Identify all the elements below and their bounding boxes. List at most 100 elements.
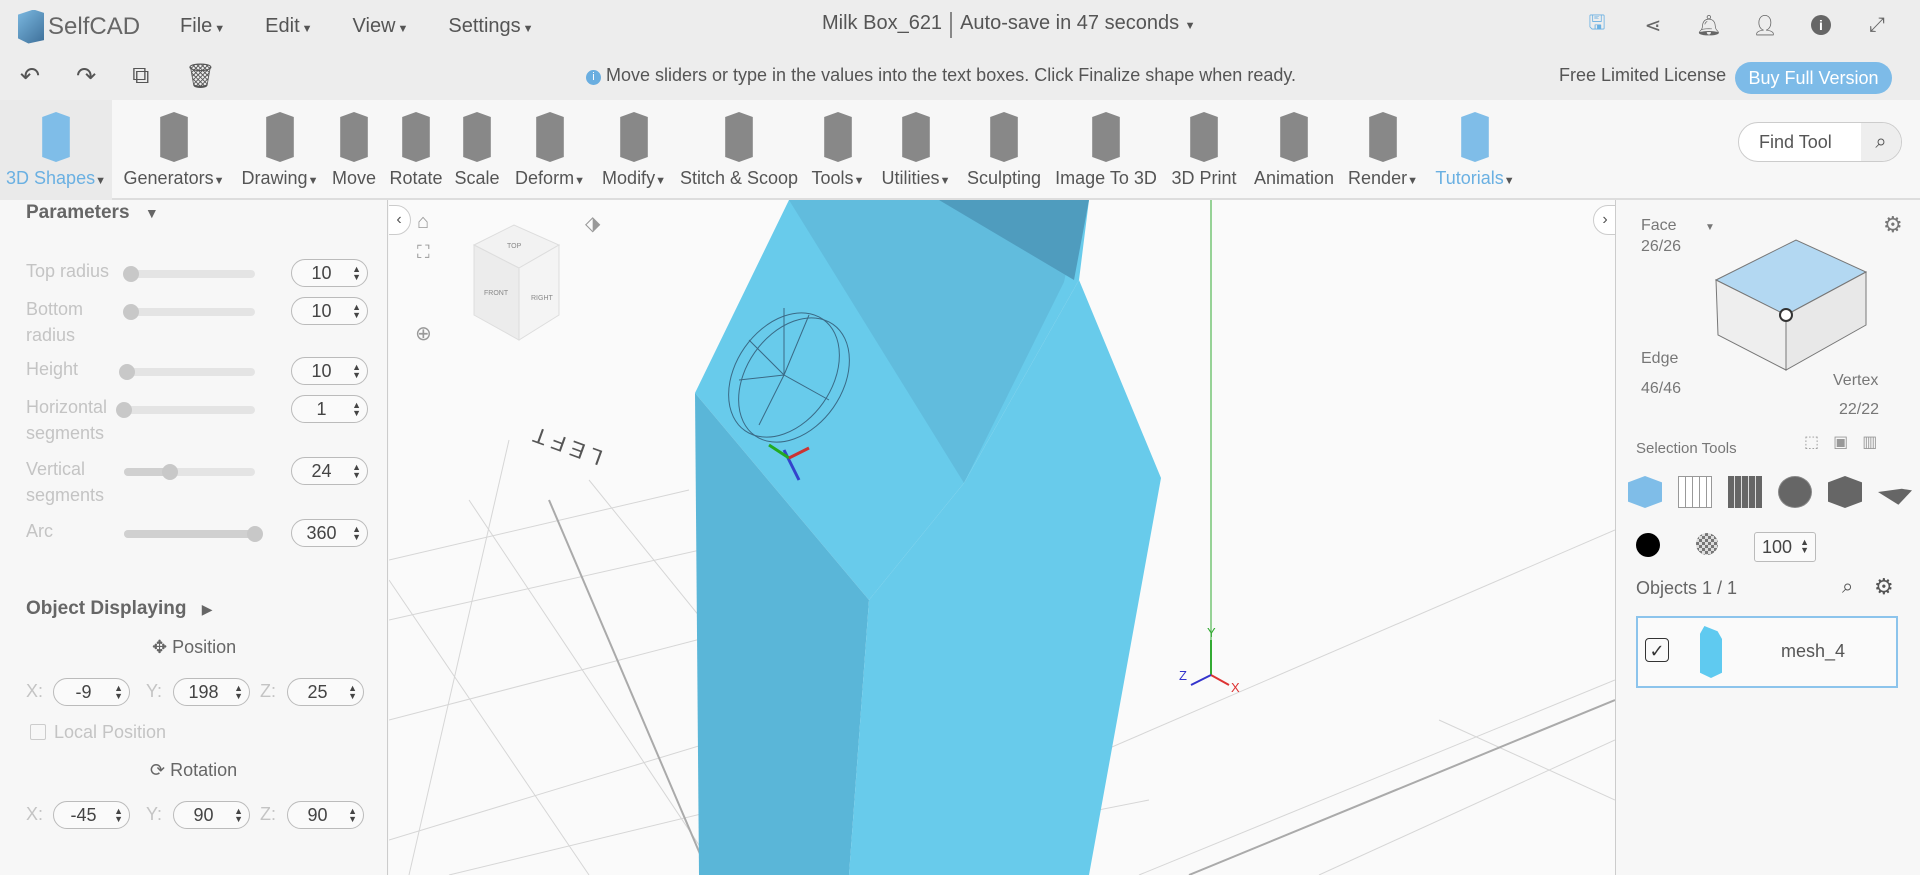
tool-icon: [42, 112, 70, 162]
autosave-dropdown[interactable]: Auto-save in 47 seconds ▼: [960, 12, 1195, 38]
user-icon[interactable]: 👤︎: [1752, 12, 1778, 38]
sphere-select-icon[interactable]: [1778, 476, 1812, 508]
save-icon[interactable]: 🖫: [1584, 12, 1610, 38]
tool-stitch-scoop[interactable]: Stitch & Scoop: [675, 100, 803, 200]
opacity-input[interactable]: 100 ▲ ▼: [1754, 532, 1816, 562]
fullscreen-icon[interactable]: ⤢: [1864, 12, 1890, 38]
param-slider[interactable]: [124, 526, 263, 542]
half-cube-icon[interactable]: [1828, 476, 1862, 508]
slider-handle[interactable]: [161, 464, 178, 480]
tool-generators[interactable]: Generators▼: [118, 100, 230, 200]
local-position-checkbox[interactable]: Local Position: [30, 722, 166, 743]
selfcad-logo[interactable]: SelfCAD: [18, 9, 140, 44]
param-input[interactable]: 10 ▲ ▼: [291, 259, 368, 287]
hint-text: i Move sliders or type in the values into…: [586, 65, 1296, 86]
rotation-x-input[interactable]: -45 ▲ ▼: [53, 801, 130, 829]
face-wireframe-icon[interactable]: [1678, 476, 1712, 508]
slider-handle[interactable]: [122, 304, 139, 320]
param-input[interactable]: 10 ▲ ▼: [291, 297, 368, 325]
menu-view[interactable]: View ▼: [353, 15, 409, 38]
parameters-header[interactable]: Parameters ▼: [26, 202, 159, 224]
slider-handle[interactable]: [122, 266, 139, 282]
tool-animation[interactable]: Animation: [1248, 100, 1340, 200]
tool-sculpting[interactable]: Sculpting: [960, 100, 1048, 200]
param-input[interactable]: 1 ▲ ▼: [291, 395, 368, 423]
tool-3d-print[interactable]: 3D Print: [1165, 100, 1243, 200]
tool-icon: [1092, 112, 1120, 162]
tool-tools[interactable]: Tools▼: [805, 100, 871, 200]
tool-modify[interactable]: Modify▼: [594, 100, 674, 200]
param-input[interactable]: 10 ▲ ▼: [291, 357, 368, 385]
face-solid-grid-icon[interactable]: [1728, 476, 1762, 508]
param-slider[interactable]: [118, 364, 255, 380]
tool-icon: [536, 112, 564, 162]
tool-3d-shapes[interactable]: 3D Shapes▼: [0, 100, 112, 200]
undo-icon[interactable]: ↶: [20, 62, 40, 91]
menu-settings[interactable]: Settings ▼: [448, 15, 533, 38]
tool-render[interactable]: Render▼: [1345, 100, 1421, 200]
param-label: Arc: [26, 521, 53, 541]
edge-label[interactable]: Edge: [1641, 350, 1678, 368]
buy-full-version-button[interactable]: Buy Full Version: [1735, 62, 1892, 94]
color-swatch[interactable]: [1636, 533, 1660, 557]
collapse-right-panel-button[interactable]: ›: [1593, 205, 1615, 235]
object-select-icon[interactable]: [1628, 476, 1662, 508]
info-icon[interactable]: i: [1808, 12, 1834, 38]
position-y-input[interactable]: 198 ▲ ▼: [173, 678, 250, 706]
visibility-checkbox[interactable]: ✓: [1645, 638, 1669, 662]
slider-handle[interactable]: [247, 526, 263, 542]
search-icon[interactable]: ⌕: [1861, 123, 1901, 161]
object-displaying-header[interactable]: Object Displaying ▶: [26, 598, 213, 620]
objects-settings-icon[interactable]: ⚙: [1874, 574, 1894, 600]
tool-icon: [463, 112, 491, 162]
delete-icon[interactable]: 🗑︎: [185, 62, 215, 91]
3d-viewport[interactable]: LEFT Y X Z TOP RIGHT FRONT ⌂ ⛶ ⊕ ⬗ ‹ ›: [389, 200, 1615, 875]
param-slider[interactable]: [116, 402, 255, 418]
tool-drawing[interactable]: Drawing▼: [236, 100, 324, 200]
param-input[interactable]: 24 ▲ ▼: [291, 457, 368, 485]
position-z-input[interactable]: 25 ▲ ▼: [287, 678, 364, 706]
object-list-item[interactable]: ✓ mesh_4: [1636, 616, 1898, 688]
face-mode-dropdown[interactable]: Face ▼: [1641, 217, 1715, 235]
tool-tutorials[interactable]: Tutorials▼: [1430, 100, 1520, 200]
menu-file[interactable]: File ▼: [180, 15, 225, 38]
document-title[interactable]: Milk Box_621: [822, 12, 942, 38]
gear-icon[interactable]: ⚙: [1883, 212, 1903, 238]
rotation-y-input[interactable]: 90 ▲ ▼: [173, 801, 250, 829]
chevron-down-icon: ▼: [939, 175, 951, 187]
tool-scale[interactable]: Scale: [450, 100, 504, 200]
chevron-down-icon: ▼: [95, 175, 106, 187]
param-label: Horizontal segments: [26, 397, 108, 443]
tool-move[interactable]: Move: [326, 100, 382, 200]
slider-handle[interactable]: [116, 402, 132, 418]
bell-icon[interactable]: 🔔︎: [1696, 12, 1722, 38]
material-icon[interactable]: [1696, 533, 1718, 555]
select-through-icon[interactable]: ▥: [1862, 432, 1877, 452]
selection-mode-box[interactable]: [1706, 230, 1876, 380]
scene[interactable]: LEFT Y X Z TOP RIGHT FRONT ⌂ ⛶ ⊕ ⬗: [389, 200, 1615, 875]
param-input[interactable]: 360 ▲ ▼: [291, 519, 368, 547]
param-slider[interactable]: [122, 304, 255, 320]
param-slider[interactable]: [124, 464, 255, 480]
select-connected-icon[interactable]: ▣: [1833, 432, 1848, 452]
param-slider[interactable]: [122, 266, 255, 282]
tool-utilities[interactable]: Utilities▼: [875, 100, 957, 200]
tool-icon: [1190, 112, 1218, 162]
position-x-input[interactable]: -9 ▲ ▼: [53, 678, 130, 706]
box-select-icon[interactable]: ⬚: [1804, 432, 1819, 452]
tool-image-to-3d[interactable]: Image To 3D: [1052, 100, 1160, 200]
search-objects-icon[interactable]: ⌕: [1842, 576, 1853, 599]
plane-select-icon[interactable]: [1878, 488, 1912, 505]
view-cube[interactable]: TOP RIGHT FRONT: [472, 224, 561, 341]
menu-edit[interactable]: Edit ▼: [265, 15, 312, 38]
stepper-icon: ▲ ▼: [352, 524, 361, 542]
redo-icon[interactable]: ↷: [76, 62, 96, 91]
tool-rotate[interactable]: Rotate: [385, 100, 447, 200]
slider-handle[interactable]: [118, 364, 135, 380]
position-label: ✥ Position: [152, 637, 237, 657]
share-icon[interactable]: ⋖: [1640, 12, 1666, 38]
copy-icon[interactable]: ⧉: [132, 62, 149, 91]
tool-deform[interactable]: Deform▼: [508, 100, 592, 200]
rotation-z-input[interactable]: 90 ▲ ▼: [287, 801, 364, 829]
find-tool-input[interactable]: Find Tool ⌕: [1738, 122, 1902, 162]
